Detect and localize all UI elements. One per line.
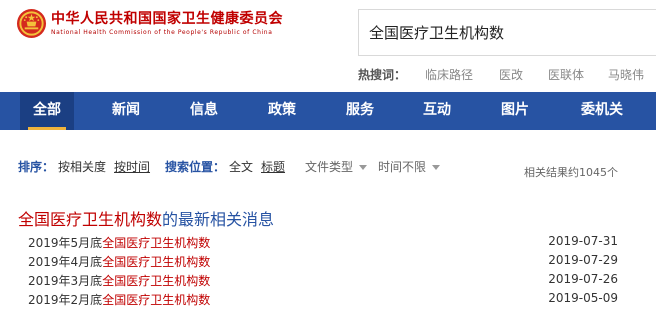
search-input-value: 全国医疗卫生机构数 [369, 24, 505, 42]
tab-policy[interactable]: 政策 [256, 92, 308, 130]
hot-search-item[interactable]: 马晓伟 [608, 66, 644, 83]
sort-relevance[interactable]: 按相关度 [58, 158, 106, 175]
tab-pictures[interactable]: 图片 [489, 92, 541, 130]
national-emblem-icon[interactable] [16, 8, 47, 39]
news-row[interactable]: 2019年4月底全国医疗卫生机构数 2019-07-29 [28, 253, 618, 271]
org-name-cn[interactable]: 中华人民共和国国家卫生健康委员会 [51, 8, 283, 28]
hot-search-label: 热搜词： [358, 68, 407, 82]
time-label: 时间不限 [378, 160, 427, 174]
main-nav: 全部 新闻 信息 政策 服务 互动 图片 委机关 [0, 92, 656, 130]
sort-time-link[interactable]: 按时间 [114, 158, 150, 175]
tab-news[interactable]: 新闻 [100, 92, 152, 130]
file-type-label: 文件类型 [305, 160, 354, 174]
hot-search-item[interactable]: 医联体 [548, 66, 584, 83]
heading-suffix: 的最新相关消息 [162, 210, 275, 229]
news-highlight: 全国医疗卫生机构数 [102, 255, 211, 269]
filter-bar: 排序： 按相关度 按时间 搜索位置： 全文 标题 文件类型 时间不限 相关结果约… [0, 158, 656, 179]
scope-label: 搜索位置： [165, 160, 226, 174]
heading-keyword: 全国医疗卫生机构数 [18, 210, 163, 229]
latest-news-heading[interactable]: 全国医疗卫生机构数的最新相关消息 [18, 206, 274, 230]
site-header: 中华人民共和国国家卫生健康委员会 National Health Commiss… [0, 0, 656, 92]
org-name-en: National Health Commission of the People… [51, 29, 273, 36]
news-prefix: 2019年4月底 [28, 255, 103, 269]
hot-search-item[interactable]: 医改 [499, 66, 523, 83]
news-highlight: 全国医疗卫生机构数 [102, 274, 211, 288]
scope-all[interactable]: 全文 [229, 158, 253, 175]
news-date: 2019-07-31 [548, 234, 618, 248]
scope-title-link[interactable]: 标题 [261, 158, 285, 175]
caret-down-icon [359, 165, 368, 170]
news-prefix: 2019年3月底 [28, 274, 103, 288]
news-prefix: 2019年2月底 [28, 293, 103, 307]
news-prefix: 2019年5月底 [28, 236, 103, 250]
news-date: 2019-07-29 [548, 253, 618, 267]
file-type-dropdown[interactable]: 文件类型 [305, 158, 368, 175]
tab-service[interactable]: 服务 [334, 92, 386, 130]
news-highlight: 全国医疗卫生机构数 [102, 236, 211, 250]
tab-commission[interactable]: 委机关 [574, 92, 630, 130]
news-date: 2019-07-26 [548, 272, 618, 286]
news-row[interactable]: 2019年2月底全国医疗卫生机构数 2019-05-09 [28, 291, 618, 309]
caret-down-icon [432, 165, 441, 170]
result-count: 相关结果约1045个 [524, 166, 618, 179]
tab-info[interactable]: 信息 [178, 92, 230, 130]
tab-interaction[interactable]: 互动 [411, 92, 463, 130]
sort-label: 排序： [18, 160, 55, 174]
time-dropdown[interactable]: 时间不限 [378, 158, 441, 175]
news-row[interactable]: 2019年5月底全国医疗卫生机构数 2019-07-31 [28, 234, 618, 252]
tab-all[interactable]: 全部 [20, 92, 74, 130]
news-highlight: 全国医疗卫生机构数 [102, 293, 211, 307]
search-input[interactable]: 全国医疗卫生机构数 [358, 9, 656, 56]
hot-search-item[interactable]: 临床路径 [425, 66, 473, 83]
news-date: 2019-05-09 [548, 291, 618, 305]
news-row[interactable]: 2019年3月底全国医疗卫生机构数 2019-07-26 [28, 272, 618, 290]
